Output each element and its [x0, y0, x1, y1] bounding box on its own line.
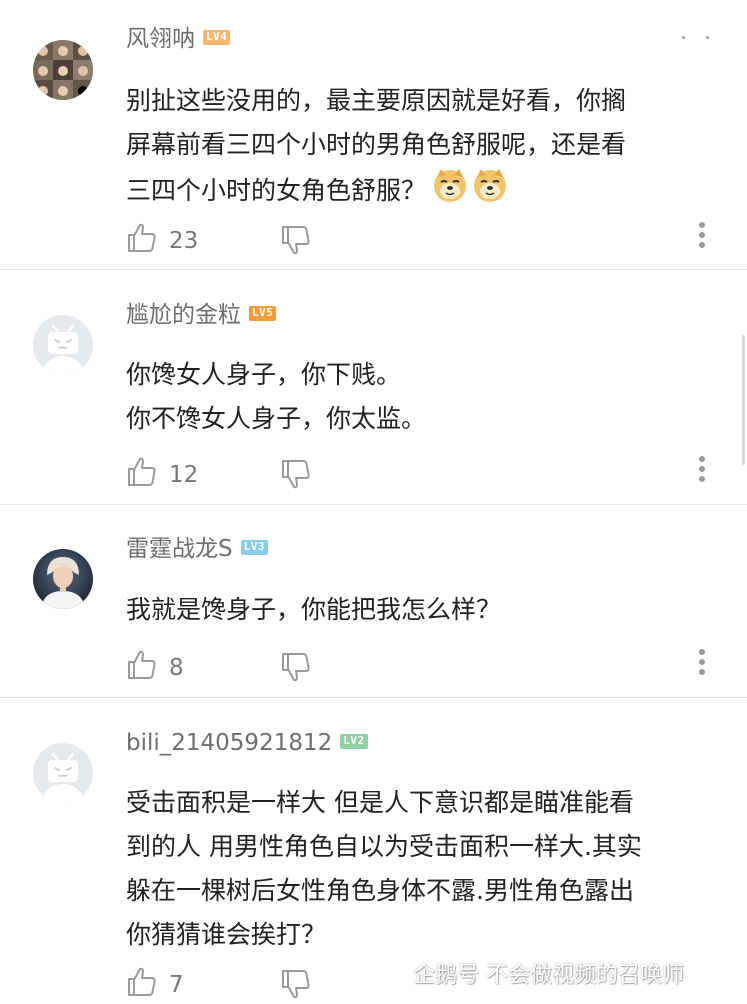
thumbs-up-icon[interactable] [126, 649, 158, 685]
user-avatar[interactable] [33, 315, 93, 375]
more-options-icon[interactable] [696, 456, 708, 488]
user-avatar[interactable] [33, 743, 93, 803]
thumbs-up-icon[interactable] [126, 456, 158, 492]
penguin-icon [385, 960, 409, 992]
username[interactable]: 雷霆战龙S LV3 [126, 535, 268, 563]
comment-text: 受击面积是一样大 但是人下意识都是瞄准能看 到的人 用男性角色自以为受击面积一样… [126, 781, 726, 957]
bilibili-tv-icon [41, 324, 85, 375]
comment-text-content: 我就是馋身子，你能把我怎么样？ [126, 595, 502, 624]
watermark: 企鹅号 不会做视频的召唤师 [385, 957, 684, 992]
level-badge: LV3 [240, 540, 268, 555]
thumbs-down-icon[interactable] [280, 651, 312, 687]
username[interactable]: 尴尬的金粒 LV5 [126, 301, 277, 329]
person-photo-avatar-icon [33, 549, 93, 609]
photo-grid-avatar-icon [33, 40, 93, 100]
doge-emoji-icon [472, 167, 508, 217]
user-avatar[interactable] [33, 40, 93, 100]
username[interactable]: bili_21405921812 LV2 [126, 729, 368, 757]
user-avatar[interactable] [33, 549, 93, 609]
comment-text: 你馋女人身子，你下贱。 你不馋女人身子，你太监。 [126, 353, 726, 441]
thumbs-down-icon[interactable] [280, 968, 312, 1004]
level-badge: LV4 [203, 30, 231, 45]
username-text: bili_21405921812 [126, 730, 333, 756]
comment-text-content: 别扯这些没用的，最主要原因就是好看，你搁 屏幕前看三四个小时的男角色舒服呢，还是… [126, 86, 627, 205]
level-badge: LV2 [340, 734, 368, 749]
comment-actions: 23 [126, 222, 726, 255]
username-text: 尴尬的金粒 [126, 302, 241, 328]
like-count: 12 [169, 462, 199, 488]
divider [0, 269, 747, 270]
divider [0, 504, 747, 505]
username[interactable]: 风翎呐 LV4 [126, 25, 231, 53]
watermark-text: 企鹅号 不会做视频的召唤师 [413, 963, 684, 988]
more-options-icon[interactable] [696, 222, 708, 254]
level-badge: LV5 [249, 306, 277, 321]
comment-text: 别扯这些没用的，最主要原因就是好看，你搁 屏幕前看三四个小时的男角色舒服呢，还是… [126, 79, 726, 217]
username-text: 风翎呐 [126, 26, 195, 52]
bilibili-tv-icon [41, 752, 85, 803]
username-text: 雷霆战龙S [126, 536, 233, 562]
comment-text-content: 你馋女人身子，你下贱。 你不馋女人身子，你太监。 [126, 360, 427, 433]
doge-emoji-icon [432, 167, 468, 217]
thumbs-down-icon[interactable] [280, 458, 312, 494]
divider [0, 697, 747, 698]
scrollbar[interactable] [742, 335, 745, 465]
like-count: 23 [169, 228, 199, 254]
comment-text: 我就是馋身子，你能把我怎么样？ [126, 588, 726, 632]
thumbs-up-icon[interactable] [126, 222, 158, 258]
more-options-icon[interactable] [696, 649, 708, 681]
comment-actions: 12 [126, 456, 726, 489]
like-count: 8 [169, 655, 184, 681]
thumbs-down-icon[interactable] [280, 224, 312, 260]
thumbs-up-icon[interactable] [126, 966, 158, 1002]
comment-text-content: 受击面积是一样大 但是人下意识都是瞄准能看 到的人 用男性角色自以为受击面积一样… [126, 788, 642, 949]
like-count: 7 [169, 972, 184, 998]
comment-actions: 8 [126, 649, 726, 682]
